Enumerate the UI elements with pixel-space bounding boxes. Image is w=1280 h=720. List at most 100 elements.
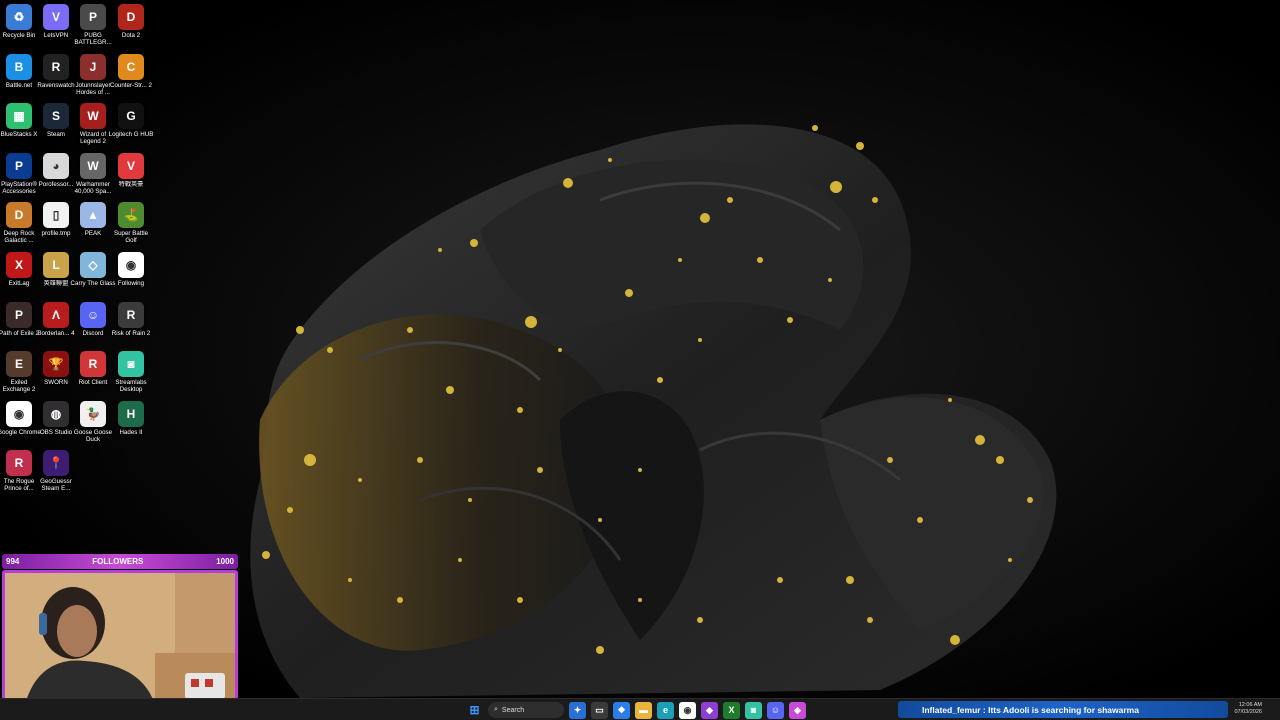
xbox-icon[interactable]: X [723,701,740,719]
desktop-icon[interactable]: ♻ Recycle Bin [0,4,38,52]
desktop-icon[interactable]: P PUBG BATTLEGR... [74,4,112,52]
dota2-icon: D [118,4,144,30]
taskbar: ⊞ ⌕ Search ✦ ▭ ❖ ▬ e ◉ ◆ X ◙ ☺ ◈ Inflated_femur : … [0,698,1280,720]
chrome-icon[interactable]: ◉ [679,701,696,719]
follower-goal-target: 1000 [216,557,234,566]
desktop-icon-label: Dota 2 [121,32,141,39]
counter-strike-icon: C [118,53,144,80]
task-view-icon[interactable]: ▭ [591,701,608,719]
desktop-icon[interactable]: 📍 GeoGuessr Steam E... [37,450,75,498]
desktop-icon[interactable]: R Riot Client [74,351,112,399]
desktop-icon[interactable]: ▯ profile.tmp [37,202,75,250]
app-purple-icon[interactable]: ◆ [701,701,718,719]
wizard-of-legend-icon: W [80,103,106,130]
start-button[interactable]: ⊞ [466,702,483,719]
desktop-icon[interactable]: 🏆 SWORN [37,351,75,399]
file-icon: ▯ [43,202,69,229]
stream-chat-ticker: Inflated_femur : Itts Adooli is searchin… [898,701,1228,718]
borderlands-icon: Λ [43,301,69,328]
poe-icon: P [6,301,32,328]
desktop-icon[interactable]: ◉ Following [112,252,150,300]
desktop-icon-label: Logitech G HUB [108,131,154,139]
taskbar-center: ⊞ ⌕ Search ✦ ▭ ❖ ▬ e ◉ ◆ X ◙ ☺ ◈ [466,701,806,719]
logitech-icon: G [118,103,144,130]
desktop-icon[interactable]: D Deep Rock Galactic ... [0,202,38,250]
search-icon: ⌕ [494,706,498,713]
carry-glass-icon: ◇ [80,252,106,278]
ravenswatch-icon: R [43,53,69,80]
discord-icon: ☺ [80,301,106,328]
desktop-icon-label: 特戰英豪 [118,180,144,188]
pubg-icon: P [80,4,106,30]
desktop-icon-label: Streamlabs Desktop [115,379,147,394]
steam-icon: S [43,103,69,130]
streamlabs-icon[interactable]: ◙ [745,701,762,719]
geoguessr-icon: 📍 [43,450,69,477]
taskbar-search[interactable]: ⌕ Search [488,702,564,718]
desktop-icon[interactable]: W Warhammer 40,000 Spa... [74,152,112,201]
desktop-icon[interactable]: ☺ Discord [74,301,112,350]
webcam-person-image [5,573,235,705]
goose-icon: 🦆 [80,400,106,427]
desktop-icon[interactable]: ◙ Streamlabs Desktop [112,351,150,399]
copilot-icon[interactable]: ✦ [569,701,586,719]
app-pink-icon[interactable]: ◈ [789,701,806,719]
league-icon: L [43,252,69,278]
desktop-icon[interactable]: E Exiled Exchange 2 [0,351,38,399]
desktop-icon[interactable]: X ExitLag [0,252,38,300]
desktop-icon[interactable]: V 特戰英豪 [112,152,150,201]
widgets-icon[interactable]: ❖ [613,701,630,719]
obs-icon: ◍ [43,400,69,427]
desktop-icon[interactable]: B Battle.net [0,53,38,102]
desktop-icon-label: GeoGuessr Steam E... [40,478,72,493]
streamlabs-icon: ◙ [118,351,144,378]
desktop-icon[interactable]: ▲ PEAK [74,202,112,250]
playstation-icon: P [6,152,32,179]
discord-icon[interactable]: ☺ [767,701,784,719]
desktop-icon[interactable]: H Hades II [112,400,150,449]
webcam-feed [2,570,238,708]
clock-time: 12:06 AM [1238,702,1262,708]
follower-goal-label: FOLLOWERS [92,557,144,566]
desktop-icon[interactable]: ⛳ Super Battle Golf [112,202,150,250]
follower-goal-bar: 994 FOLLOWERS 1000 [2,554,238,569]
desktop-icon[interactable]: 🦆 Goose Goose Duck [74,400,112,449]
desktop-icon[interactable]: W Wizard of Legend 2 [74,103,112,151]
porofessor-icon: ◕ [43,152,69,179]
desktop-icon-label: Risk of Rain 2 [111,329,151,337]
search-placeholder: Search [501,706,525,714]
desktop-icon-label: Following [117,280,145,287]
desktop-icon[interactable]: C Counter-Str... 2 [110,53,152,102]
deep-rock-icon: D [6,202,32,229]
desktop-icon-label: Super Battle Golf [113,230,149,245]
battlenet-icon: B [6,53,32,80]
desktop-icon[interactable]: ◇ Carry The Glass [71,252,115,300]
edge-icon[interactable]: e [657,701,674,719]
risk-of-rain-icon: R [118,301,144,328]
golf-icon: ⛳ [118,202,144,229]
file-explorer-icon[interactable]: ▬ [635,701,652,719]
desktop-icon[interactable]: Λ Borderlan... 4 [37,301,75,350]
sworn-icon: 🏆 [43,351,69,378]
chrome-icon: ◉ [118,252,144,278]
desktop-icon[interactable]: R Risk of Rain 2 [112,301,150,350]
recycle-bin-icon: ♻ [6,4,32,30]
chrome-icon: ◉ [6,400,32,427]
peak-icon: ▲ [80,202,106,229]
riot-icon: R [80,351,106,378]
desktop-icon[interactable]: G Logitech G HUB [109,103,153,151]
jotunnslayer-icon: J [80,53,106,80]
desktop-icon[interactable]: P Path of Exile 2 [0,301,39,350]
system-clock[interactable]: 12:06 AM 07/03/2026 [1234,702,1262,716]
desktop-icon[interactable]: ◉ Google Chrome [0,400,41,449]
vpn-icon: V [43,4,69,30]
desktop-icon[interactable]: P PlayStation® Accessories [0,152,38,201]
desktop-icon[interactable]: ▦ BlueStacks X [0,103,38,151]
desktop-icon[interactable]: D Dota 2 [112,4,150,52]
exiled-exchange-icon: E [6,351,32,378]
desktop-icon[interactable]: L 英雄聯盟 [37,252,75,300]
desktop-icon[interactable]: J Jotunnslayer Hordes of ... [74,53,112,102]
rogue-prince-icon: R [6,450,32,477]
ticker-message: Inflated_femur : Itts Adooli is searchin… [922,704,1139,715]
exitlag-icon: X [6,252,32,278]
